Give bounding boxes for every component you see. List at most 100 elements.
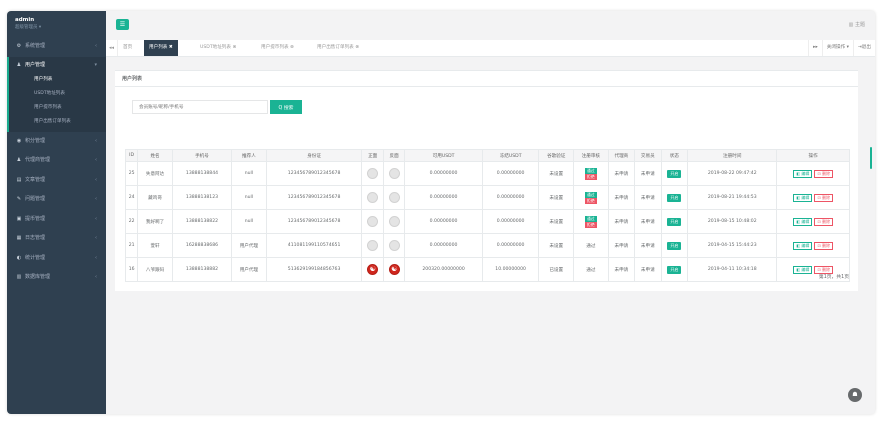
status-badge[interactable]: 开启 bbox=[667, 217, 682, 226]
cell-name: 八爷跟码 bbox=[137, 257, 173, 282]
sidebar-subitem[interactable]: 用户提币列表 bbox=[9, 101, 106, 115]
status-badge[interactable]: 开启 bbox=[667, 265, 682, 274]
cell-trader: 未申请 bbox=[634, 257, 662, 282]
table-row: 25 失意阿达 13888138844 null 123456789012345678 0… bbox=[124, 161, 850, 186]
tab-home[interactable]: 首页 bbox=[118, 40, 137, 56]
sidebar-item[interactable]: ✎ 问题管理 ‹ bbox=[7, 190, 106, 210]
cell-review: 通过 bbox=[573, 257, 609, 282]
settings-fab-icon[interactable]: ☗ bbox=[848, 388, 862, 402]
cell-usdt: 0.00000000 bbox=[404, 185, 483, 210]
search-row: Q 搜索 bbox=[132, 100, 302, 114]
review-actions: 通过 拒绝 bbox=[585, 215, 597, 228]
points-icon: ◉ bbox=[16, 137, 22, 144]
cell-back bbox=[382, 257, 406, 282]
cell-status: 开启 bbox=[660, 185, 689, 210]
sidebar-item[interactable]: ♟ 代理商管理 ‹ bbox=[7, 151, 106, 171]
edit-button[interactable]: ◧ 编辑 bbox=[793, 265, 813, 274]
table-header-row: ID 姓名 手机号 推荐人 身份证 正面 反面 可用USDT 冻结USDT 谷歌验证 注册审核 代理商… bbox=[124, 149, 850, 162]
search-input[interactable] bbox=[132, 100, 268, 114]
edit-button[interactable]: ◧ 编辑 bbox=[793, 241, 813, 250]
cell-agent: 未申请 bbox=[607, 233, 636, 258]
cell-back bbox=[382, 209, 406, 234]
withdraw-icon: ▣ bbox=[16, 215, 22, 222]
article-icon: ▤ bbox=[16, 176, 22, 183]
table-row: 16八爷跟码13888138882用户代理513629199184856763 2… bbox=[124, 257, 850, 282]
id-photo-front-icon[interactable] bbox=[367, 264, 379, 275]
cell-frozen: 10.00000000 bbox=[481, 257, 540, 282]
id-photo-back-icon[interactable] bbox=[388, 192, 400, 203]
cell-time: 2019-04-15 15:44:23 bbox=[687, 233, 778, 258]
edit-button[interactable]: ◧ 编辑 bbox=[793, 217, 813, 226]
user-icon: ♟ bbox=[16, 61, 22, 68]
chevron-left-icon: ‹ bbox=[95, 137, 97, 144]
cell-phone: 13888138882 bbox=[171, 257, 233, 282]
edit-button[interactable]: ◧ 编辑 bbox=[793, 169, 813, 178]
theme-link[interactable]: ▥ 主题 bbox=[849, 21, 865, 28]
delete-button[interactable]: ⊡ 删除 bbox=[814, 217, 833, 226]
cell-referrer: null bbox=[231, 185, 267, 210]
content-area: 用户列表 Q 搜索 ID姓名手机号推荐人身份证正面反面可用USDT冻结USDT谷… bbox=[106, 57, 875, 414]
sidebar-item-label: 系统管理 bbox=[25, 43, 46, 49]
tab-user-withdraw[interactable]: 用户提币列表 ⊗ bbox=[256, 40, 299, 56]
delete-button[interactable]: ⊡ 删除 bbox=[814, 241, 833, 250]
cell-referrer: null bbox=[231, 161, 267, 186]
id-photo-back-icon[interactable] bbox=[388, 168, 400, 179]
sidebar-item[interactable]: ▦ 日志管理 ‹ bbox=[7, 229, 106, 249]
column-header: 状态 bbox=[660, 149, 689, 162]
sidebar-subitem[interactable]: USDT地址列表 bbox=[9, 87, 106, 101]
tab-usdt-address[interactable]: USDT地址列表 ⊗ bbox=[195, 40, 241, 56]
status-badge[interactable]: 开启 bbox=[667, 169, 682, 178]
cell-review: 通过 拒绝 bbox=[573, 185, 609, 210]
tab-user-sell-orders[interactable]: 用户出售订单列表 ⊗ bbox=[312, 40, 364, 56]
reject-button[interactable]: 拒绝 bbox=[585, 173, 597, 180]
cell-phone: 13888138123 bbox=[171, 185, 233, 210]
chevron-left-icon: ‹ bbox=[95, 235, 97, 241]
id-photo-front-icon[interactable] bbox=[367, 240, 379, 251]
reject-button[interactable]: 拒绝 bbox=[585, 221, 597, 228]
column-header: ID bbox=[124, 149, 139, 162]
cell-trader: 未申请 bbox=[634, 209, 662, 234]
sidebar-item[interactable]: ⚙ 系统管理 ‹ bbox=[7, 37, 106, 57]
database-icon: ▥ bbox=[16, 274, 22, 280]
cell-referrer: 用户代理 bbox=[231, 257, 267, 282]
search-button[interactable]: Q 搜索 bbox=[270, 100, 302, 114]
sidebar-item[interactable]: ▣ 提币管理 ‹ bbox=[7, 210, 106, 230]
profile-name: admin bbox=[15, 17, 35, 23]
delete-button[interactable]: ⊡ 删除 bbox=[814, 169, 833, 178]
user-profile[interactable]: admin 超级管理员 ▾ bbox=[7, 11, 106, 37]
delete-button[interactable]: ⊡ 删除 bbox=[814, 193, 833, 202]
sidebar-item[interactable]: ◐ 统计管理 ‹ bbox=[7, 249, 106, 269]
tabs-prev-button[interactable]: ◂◂ bbox=[106, 40, 118, 56]
id-photo-front-icon[interactable] bbox=[367, 168, 379, 179]
sidebar-subitem[interactable]: 用户列表 bbox=[9, 73, 106, 87]
id-photo-front-icon[interactable] bbox=[367, 192, 379, 203]
status-badge[interactable]: 开启 bbox=[667, 193, 682, 202]
sidebar-item[interactable]: ▥ 数据库管理 ‹ bbox=[7, 268, 106, 288]
id-photo-back-icon[interactable] bbox=[388, 264, 400, 275]
user-list-panel: 用户列表 Q 搜索 ID姓名手机号推荐人身份证正面反面可用USDT冻结USDT谷… bbox=[115, 70, 858, 291]
column-header: 手机号 bbox=[171, 149, 233, 162]
id-photo-front-icon[interactable] bbox=[367, 216, 379, 227]
menu-toggle-button[interactable]: ☰ bbox=[116, 19, 129, 30]
sidebar-item[interactable]: ♟ 用户管理 ▾ bbox=[7, 56, 106, 73]
sidebar-subitem[interactable]: 用户出售订单列表 bbox=[9, 115, 106, 129]
cell-trader: 未申请 bbox=[634, 185, 662, 210]
sidebar-item[interactable]: ◉ 积分管理 ‹ bbox=[7, 132, 106, 152]
id-photo-back-icon[interactable] bbox=[388, 240, 400, 251]
tabs-next-button[interactable]: ▸▸ bbox=[808, 40, 822, 56]
sidebar-item-label: 积分管理 bbox=[25, 137, 46, 144]
id-photo-back-icon[interactable] bbox=[388, 216, 400, 227]
sidebar-item[interactable]: ▤ 文章管理 ‹ bbox=[7, 171, 106, 191]
reject-button[interactable]: 拒绝 bbox=[585, 197, 597, 204]
sidebar-submenu: 用户列表 USDT地址列表 用户提币列表 用户出售订单列表 bbox=[7, 72, 106, 132]
sidebar-item-label: 提币管理 bbox=[25, 215, 46, 222]
profile-role[interactable]: 超级管理员 ▾ bbox=[15, 24, 106, 30]
review-actions: 通过 拒绝 bbox=[585, 191, 597, 204]
tab-user-list[interactable]: 用户列表 ✖ bbox=[144, 40, 178, 56]
edit-button[interactable]: ◧ 编辑 bbox=[793, 193, 813, 202]
close-actions-dropdown[interactable]: 关闭操作 ▾ bbox=[821, 40, 853, 56]
exit-button[interactable]: ⇥退出 bbox=[852, 40, 875, 56]
status-badge[interactable]: 开启 bbox=[667, 241, 682, 250]
cell-agent: 未申请 bbox=[607, 209, 636, 234]
scroll-indicator[interactable] bbox=[870, 147, 872, 169]
